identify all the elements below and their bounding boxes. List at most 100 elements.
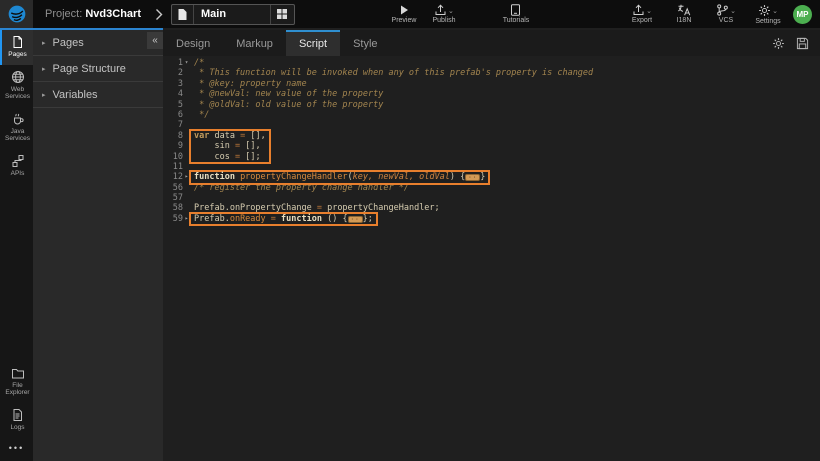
panel-section-variables[interactable]: ▸ Variables [33,82,163,108]
settings-label: Settings [755,18,780,25]
code-line[interactable]: * @key: property name [194,79,820,89]
panel-section-page-structure[interactable]: ▸ Page Structure [33,56,163,82]
pages-icon [11,35,24,49]
code-token: = [240,131,250,141]
pages-panel: ▸ Pages ▸ Page Structure ▸ Variables « [33,30,163,461]
tab-style[interactable]: Style [340,30,390,56]
rail-label: Web Services [3,86,32,101]
collapse-panel-button[interactable]: « [147,32,163,49]
project-name: Nvd3Chart [85,8,141,20]
folded-code-widget[interactable]: ·· [465,174,480,181]
code-line[interactable]: * @oldVal: old value of the property [194,100,820,110]
code-line[interactable]: * @newVal: new value of the property [194,89,820,99]
settings-button[interactable]: ⌄ Settings [751,4,785,25]
code-line[interactable]: cos = []; [194,152,266,162]
page-grid-icon[interactable] [270,5,294,24]
line-number[interactable]: 8 [163,131,190,141]
code-token: [], [250,131,265,141]
project-title: Project: Nvd3Chart [45,8,141,20]
code-line[interactable]: /* [194,58,820,68]
translate-icon [677,4,691,16]
chevron-down-icon: ⌄ [448,9,454,15]
sidebar-item-apis[interactable]: APIs [0,149,33,184]
chevron-right-icon: ▸ [42,65,46,73]
rail-label: File Explorer [3,382,32,397]
code-line[interactable]: var data = [], [194,131,266,141]
chevron-right-icon: ▸ [42,91,46,99]
line-number[interactable]: 57 [163,193,190,203]
rail-label: Pages [8,51,26,59]
tab-design[interactable]: Design [163,30,223,56]
code-line[interactable]: */ [194,110,820,120]
line-number[interactable]: 1▾ [163,58,190,68]
line-number[interactable]: 3 [163,79,190,89]
topbar-left-actions: Preview ⌄ Publish [387,4,461,24]
code-line[interactable]: Prefab.onReady = function () {··}; [194,214,373,224]
code-line[interactable]: sin = [], [194,141,266,151]
preview-label: Preview [392,17,417,24]
line-number[interactable]: 2 [163,68,190,78]
code-token: () { [327,214,347,224]
left-icon-rail: Pages Web Services Java Services [0,30,33,461]
code-token: = [271,214,281,224]
code-line[interactable]: * This function will be invoked when any… [194,68,820,78]
rail-label: Logs [10,424,24,432]
app-logo[interactable] [0,0,33,28]
code-token: = [235,152,245,162]
gear-icon [758,4,771,17]
script-code-editor[interactable]: 1▾23456789101112▸56575859▸ /* * This fun… [163,56,820,461]
export-button[interactable]: ⌄ Export [625,4,659,24]
sidebar-item-web-services[interactable]: Web Services [0,65,33,107]
line-number[interactable]: 10 [163,152,190,162]
code-token: sin [194,141,235,151]
code-token: function [281,214,327,224]
page-selector-dropdown[interactable]: Main [171,4,295,25]
fold-marker-icon[interactable]: ▾ [183,58,190,68]
i18n-button[interactable]: I18N [667,4,701,24]
code-line[interactable] [194,120,820,130]
line-number[interactable]: 11 [163,162,190,172]
publish-button[interactable]: ⌄ Publish [427,4,461,24]
code-line[interactable] [194,193,820,203]
vcs-button[interactable]: ⌄ VCS [709,4,743,24]
save-icon[interactable] [796,37,809,50]
line-number[interactable]: 5 [163,100,190,110]
sidebar-item-logs[interactable]: Logs [0,403,33,438]
tab-script[interactable]: Script [286,30,340,56]
i18n-label: I18N [677,17,692,24]
line-number[interactable]: 12▸ [163,172,190,182]
line-number[interactable]: 9 [163,141,190,151]
line-number[interactable]: 58 [163,203,190,213]
more-options-button[interactable]: ••• [0,437,33,461]
code-token: cos [194,152,235,162]
sidebar-item-java-services[interactable]: Java Services [0,107,33,149]
rail-label: APIs [11,170,25,178]
line-number[interactable]: 56 [163,183,190,193]
code-token: /* [194,58,204,68]
tutorials-button[interactable]: Tutorials [499,4,533,24]
line-number[interactable]: 7 [163,120,190,130]
line-number[interactable]: 6 [163,110,190,120]
editor-settings-gear-icon[interactable] [772,37,785,50]
preview-button[interactable]: Preview [387,4,421,24]
folder-icon [11,367,25,380]
line-number[interactable]: 59▸ [163,214,190,224]
line-number[interactable]: 4 [163,89,190,99]
panel-section-label: Pages [53,37,84,49]
user-avatar[interactable]: MP [793,5,812,24]
git-branch-icon [716,4,729,16]
tutorials-label: Tutorials [503,17,530,24]
code-area[interactable]: /* * This function will be invoked when … [190,58,820,461]
code-token: */ [194,110,209,120]
code-line[interactable]: function propertyChangeHandler(key, newV… [194,172,485,182]
rail-label: Java Services [3,128,32,143]
code-token: } [480,172,485,182]
chevron-right-icon [155,8,163,21]
folded-code-widget[interactable]: ·· [348,216,363,223]
sidebar-item-pages[interactable]: Pages [0,30,33,65]
sidebar-item-file-explorer[interactable]: File Explorer [0,362,33,403]
panel-section-pages[interactable]: ▸ Pages [33,30,163,56]
line-number-gutter[interactable]: 1▾23456789101112▸56575859▸ [163,58,190,461]
code-token: ) { [450,172,465,182]
tab-markup[interactable]: Markup [223,30,286,56]
